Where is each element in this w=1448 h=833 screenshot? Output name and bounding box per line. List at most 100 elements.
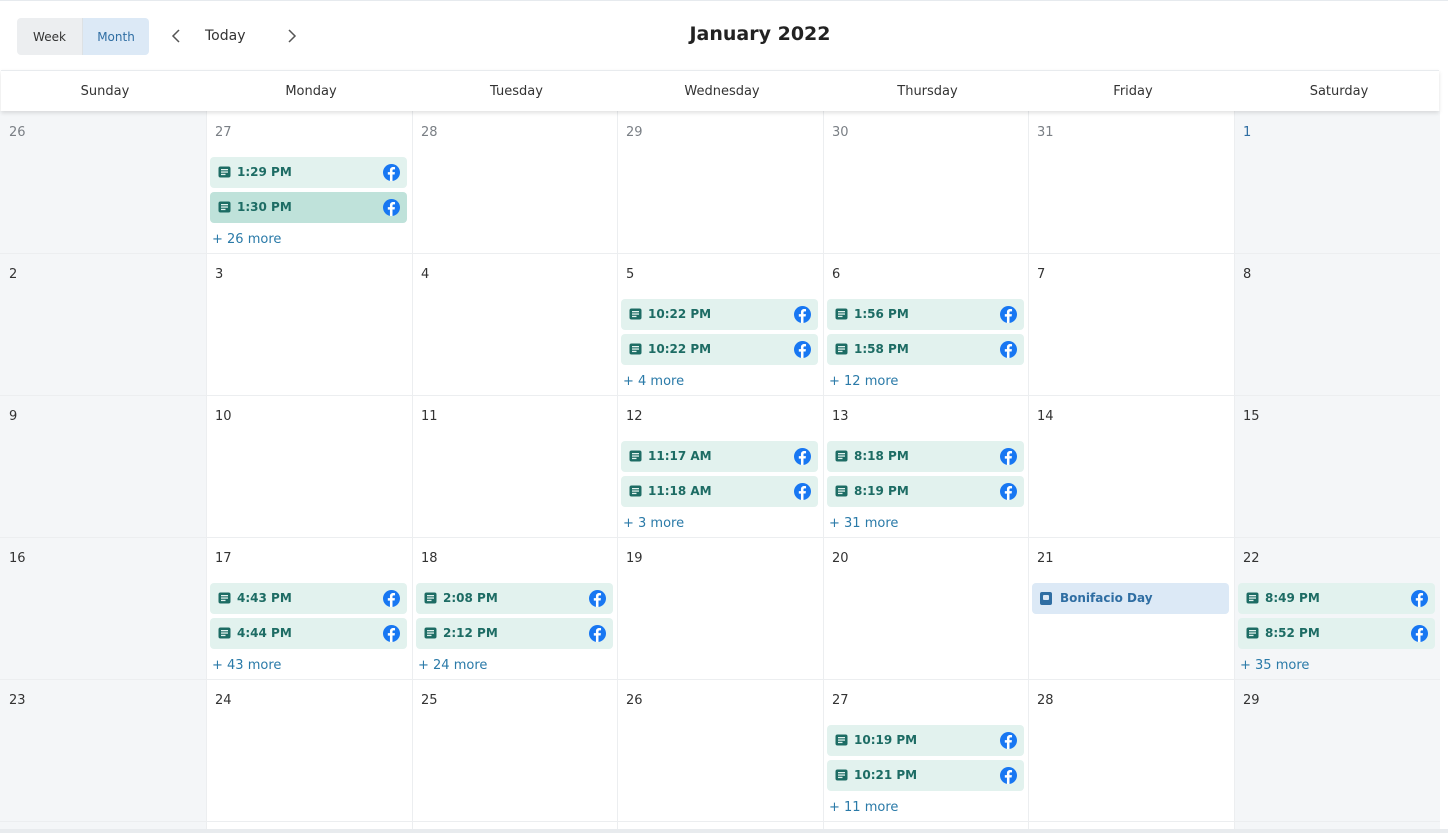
more-events-link[interactable]: + 26 more (212, 232, 281, 247)
scheduled-post[interactable]: 1:30 PM (210, 192, 407, 223)
day-cell[interactable]: 19 (617, 537, 823, 679)
day-cell[interactable]: 29 (1234, 679, 1440, 821)
scheduled-post[interactable]: 8:49 PM (1238, 583, 1435, 614)
post-time: 1:58 PM (854, 342, 909, 356)
day-cell[interactable]: 11 (412, 395, 617, 537)
day-cell[interactable]: 5 10:22 PM 10:22 PM + 4 more (617, 253, 823, 395)
day-cell[interactable]: 9 (0, 395, 206, 537)
holiday-icon (1040, 592, 1052, 605)
post-icon (835, 769, 848, 781)
scheduled-post[interactable]: 8:19 PM (827, 476, 1024, 507)
more-events-link[interactable]: + 11 more (829, 800, 898, 815)
week-view-button[interactable]: Week (17, 18, 83, 55)
day-cell[interactable]: 30 (823, 111, 1028, 253)
scheduled-post[interactable]: 8:52 PM (1238, 618, 1435, 649)
day-cell[interactable]: 10 (206, 395, 412, 537)
day-cell[interactable]: 15 (1234, 395, 1440, 537)
scheduled-post[interactable]: 8:18 PM (827, 441, 1024, 472)
scheduled-post[interactable]: 1:58 PM (827, 334, 1024, 365)
month-title: January 2022 (689, 23, 831, 45)
scheduled-post[interactable]: 4:44 PM (210, 618, 407, 649)
scheduled-post[interactable]: 10:21 PM (827, 760, 1024, 791)
more-events-link[interactable]: + 4 more (623, 374, 684, 389)
holiday-name: Bonifacio Day (1060, 591, 1153, 605)
day-cell[interactable]: 3 (206, 253, 412, 395)
day-number: 14 (1037, 409, 1054, 424)
weekday-saturday: Saturday (1309, 84, 1369, 99)
day-number: 4 (421, 267, 430, 282)
day-number: 1 (1243, 125, 1252, 140)
post-time: 1:30 PM (237, 200, 292, 214)
day-cell[interactable]: 23 (0, 679, 206, 821)
post-time: 8:52 PM (1265, 626, 1320, 640)
scheduled-post[interactable]: 2:12 PM (416, 618, 613, 649)
day-cell[interactable]: 26 (617, 679, 823, 821)
day-cell[interactable]: 16 (0, 537, 206, 679)
day-cell[interactable]: 24 (206, 679, 412, 821)
day-cell[interactable]: 4 (412, 253, 617, 395)
today-button[interactable]: Today (205, 25, 265, 47)
scheduled-post[interactable]: 11:18 AM (621, 476, 818, 507)
month-view-button[interactable]: Month (83, 18, 149, 55)
day-number: 25 (421, 693, 438, 708)
more-events-link[interactable]: + 3 more (623, 516, 684, 531)
facebook-icon (383, 164, 400, 181)
scheduled-post[interactable]: 10:19 PM (827, 725, 1024, 756)
day-cell[interactable]: 7 (1028, 253, 1234, 395)
day-cell[interactable]: 8 (1234, 253, 1440, 395)
day-cell[interactable]: 20 (823, 537, 1028, 679)
day-cell[interactable]: 12 11:17 AM 11:18 AM + 3 more (617, 395, 823, 537)
facebook-icon (794, 448, 811, 465)
day-cell[interactable]: 27 1:29 PM 1:30 PM + 26 more (206, 111, 412, 253)
post-time: 2:12 PM (443, 626, 498, 640)
day-cell[interactable]: 1 (1234, 111, 1440, 253)
scheduled-post[interactable]: 2:08 PM (416, 583, 613, 614)
more-events-link[interactable]: + 24 more (418, 658, 487, 673)
day-cell[interactable]: 6 1:56 PM 1:58 PM + 12 more (823, 253, 1028, 395)
day-cell[interactable]: 25 (412, 679, 617, 821)
facebook-icon (1000, 341, 1017, 358)
day-number: 29 (1243, 693, 1260, 708)
weekday-monday: Monday (285, 84, 337, 99)
day-cell[interactable]: 27 10:19 PM 10:21 PM + 11 more (823, 679, 1028, 821)
facebook-icon (589, 625, 606, 642)
more-events-link[interactable]: + 12 more (829, 374, 898, 389)
holiday-event[interactable]: Bonifacio Day (1032, 583, 1229, 614)
more-events-link[interactable]: + 35 more (1240, 658, 1309, 673)
day-cell[interactable]: 18 2:08 PM 2:12 PM + 24 more (412, 537, 617, 679)
day-cell[interactable]: 14 (1028, 395, 1234, 537)
day-number: 28 (421, 125, 438, 140)
day-cell[interactable]: 28 (412, 111, 617, 253)
scheduled-post[interactable]: 1:56 PM (827, 299, 1024, 330)
chevron-right-icon (288, 29, 297, 43)
post-icon (218, 201, 231, 213)
scheduled-post[interactable]: 1:29 PM (210, 157, 407, 188)
post-time: 1:56 PM (854, 307, 909, 321)
day-number: 10 (215, 409, 232, 424)
day-cell[interactable]: 26 (0, 111, 206, 253)
more-events-link[interactable]: + 31 more (829, 516, 898, 531)
day-cell[interactable]: 31 (1028, 111, 1234, 253)
day-number: 31 (1037, 125, 1054, 140)
post-time: 8:49 PM (1265, 591, 1320, 605)
day-cell[interactable]: 21 Bonifacio Day (1028, 537, 1234, 679)
scheduled-post[interactable]: 10:22 PM (621, 334, 818, 365)
post-time: 8:18 PM (854, 449, 909, 463)
day-number: 24 (215, 693, 232, 708)
scheduled-post[interactable]: 4:43 PM (210, 583, 407, 614)
facebook-icon (1000, 732, 1017, 749)
day-cell[interactable]: 28 (1028, 679, 1234, 821)
day-cell[interactable]: 2 (0, 253, 206, 395)
scheduled-post[interactable]: 10:22 PM (621, 299, 818, 330)
day-cell[interactable]: 17 4:43 PM 4:44 PM + 43 more (206, 537, 412, 679)
previous-month-button[interactable] (165, 24, 187, 48)
next-month-button[interactable] (281, 24, 303, 48)
scheduled-post[interactable]: 11:17 AM (621, 441, 818, 472)
more-events-link[interactable]: + 43 more (212, 658, 281, 673)
post-icon (835, 734, 848, 746)
facebook-icon (1411, 625, 1428, 642)
day-cell[interactable]: 29 (617, 111, 823, 253)
day-cell[interactable]: 13 8:18 PM 8:19 PM + 31 more (823, 395, 1028, 537)
view-toggle: Week Month (17, 18, 149, 55)
day-cell[interactable]: 22 8:49 PM 8:52 PM + 35 more (1234, 537, 1440, 679)
